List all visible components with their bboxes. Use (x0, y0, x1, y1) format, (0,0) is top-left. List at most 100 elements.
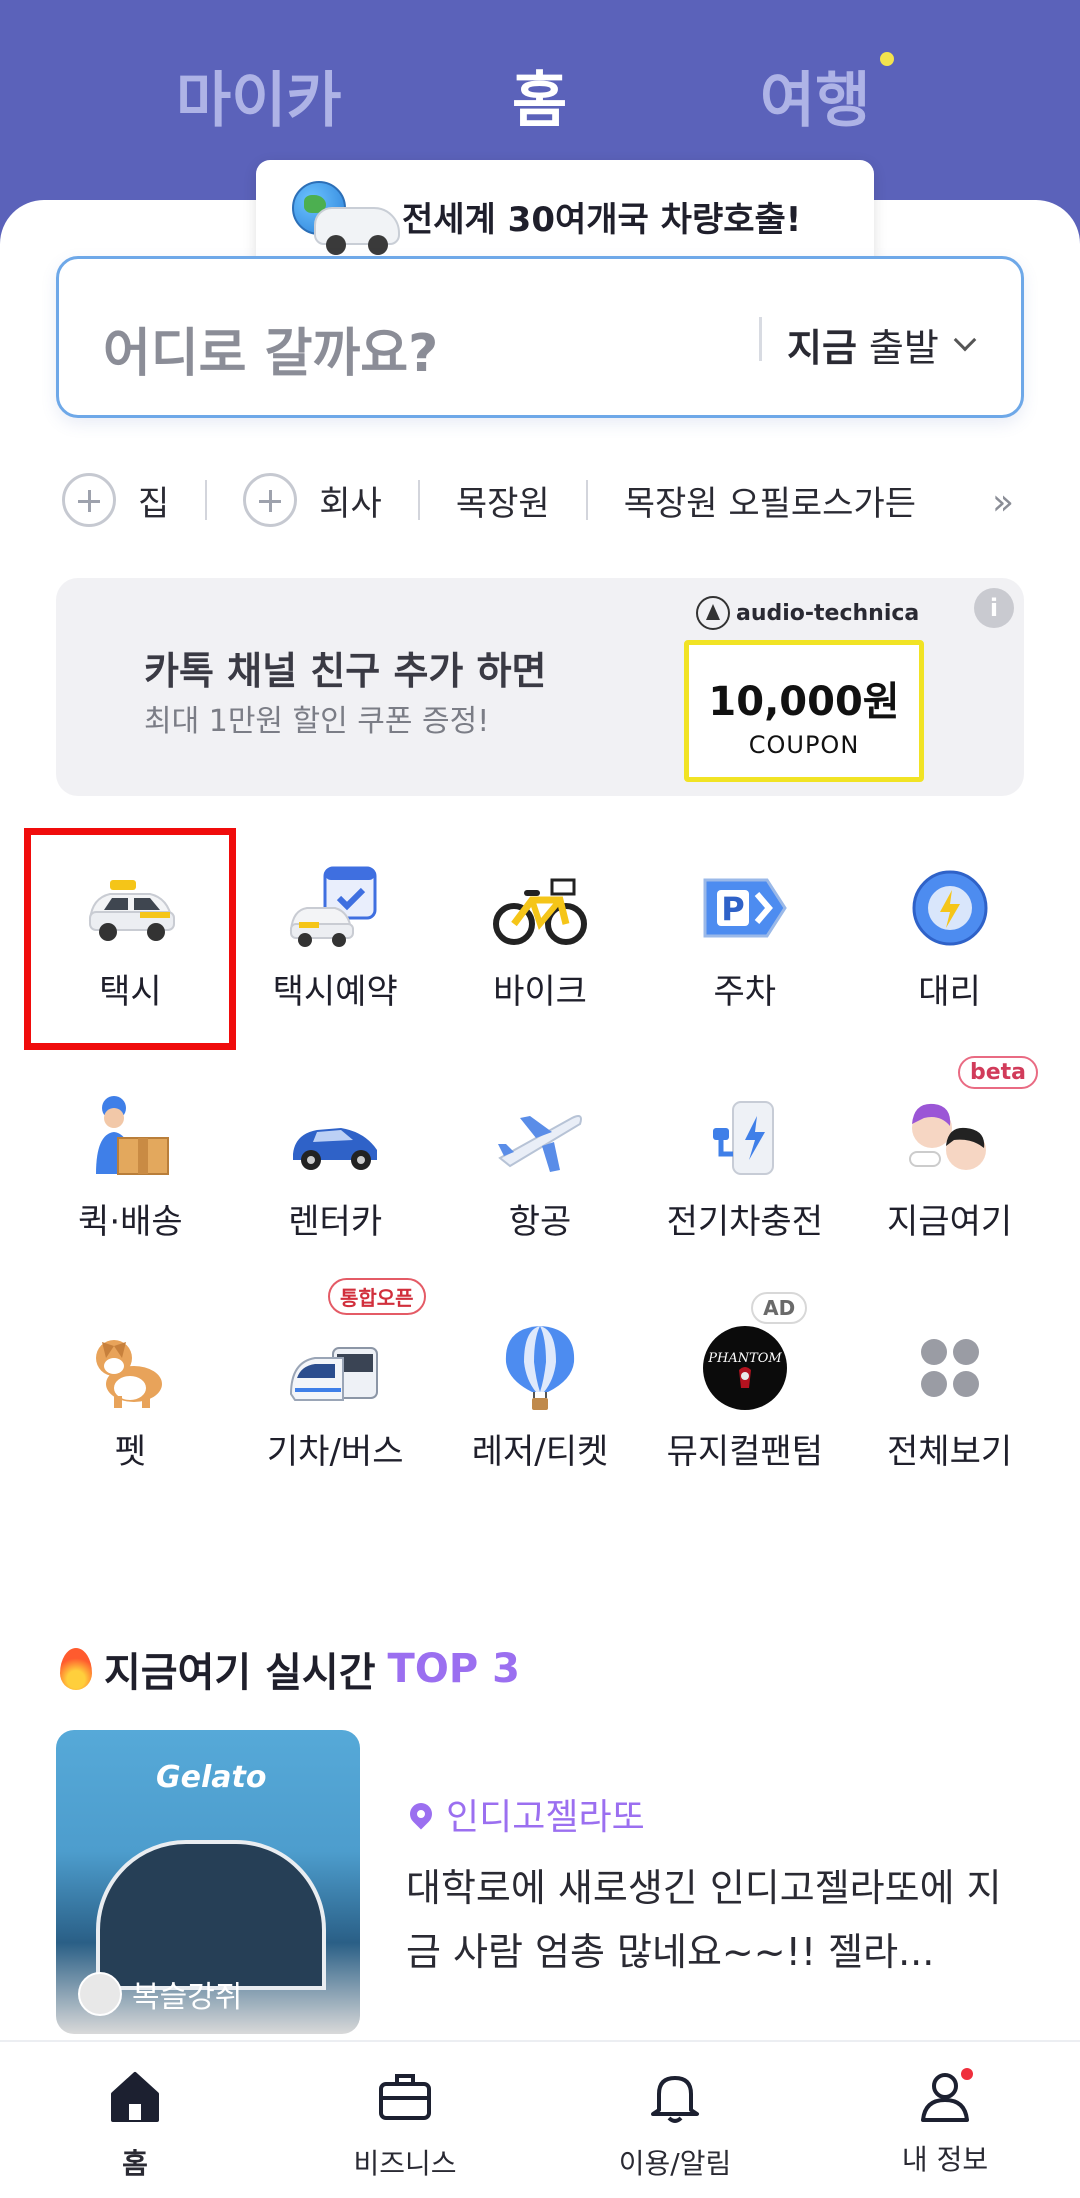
coupon-graphic: 10,000원 COUPON (684, 640, 924, 782)
service-designated-driver[interactable]: 대리 (847, 832, 1052, 1062)
service-leisure-ticket[interactable]: 레저/티켓 (438, 1292, 643, 1522)
divider (205, 480, 208, 520)
brand-logo: audio-technica (696, 596, 919, 630)
location-name: 인디고젤라또 (446, 1797, 645, 1838)
travel-notification-dot (880, 52, 894, 66)
taxi-highlight-box (24, 828, 236, 1050)
nav-activity[interactable]: 이용/알림 (540, 2042, 810, 2198)
tab-travel[interactable]: 여행 (760, 52, 870, 139)
quick-place-label: 목장원 오필로스가든 (623, 483, 917, 524)
nav-label: 이용/알림 (618, 2147, 732, 2180)
service-now-here[interactable]: beta 지금여기 (847, 1056, 1052, 1292)
service-label: 지금여기 (887, 1202, 1013, 1242)
quick-place-work[interactable]: 회사 (243, 473, 382, 527)
integrated-open-badge: 통합오픈 (327, 1278, 426, 1315)
search-divider (759, 317, 762, 361)
location-pin-icon (405, 1798, 437, 1830)
service-musical-phantom[interactable]: PHANTOM AD 뮤지컬팬텀 (642, 1292, 847, 1522)
quick-place-label: 목장원 (455, 483, 550, 524)
coupon-label: COUPON (748, 731, 860, 759)
svg-text:P: P (721, 890, 744, 928)
service-pet[interactable]: 펫 (28, 1292, 233, 1522)
briefcase-icon (379, 2074, 431, 2120)
search-placeholder[interactable]: 어디로 갈까요? (103, 311, 438, 386)
post-location[interactable]: 인디고젤라또 (405, 1788, 645, 1840)
bike-icon (492, 878, 587, 945)
depart-time-text: 출발 (868, 326, 939, 370)
tab-mycar[interactable]: 마이카 (176, 52, 342, 139)
nav-label: 내 정보 (901, 2143, 989, 2176)
post-text[interactable]: 대학로에 새로생긴 인디고젤라또에 지금 사람 엄총 많네요~~!! 젤라... (406, 1856, 1026, 1984)
train-bus-icon (290, 1347, 379, 1401)
service-label: 펫 (114, 1432, 147, 1472)
quick-places: 집 회사 목장원 목장원 오필로스가든 (62, 468, 1022, 532)
now-here-icon (908, 1103, 986, 1170)
post-thumbnail[interactable]: Gelato 복슬강쥐 (56, 1730, 360, 2034)
divider (417, 480, 420, 520)
bell-icon (651, 2076, 699, 2123)
service-label: 바이크 (493, 972, 587, 1012)
nav-my-info[interactable]: 내 정보 (810, 2042, 1080, 2198)
service-airplane[interactable]: 항공 (438, 1062, 643, 1292)
beta-badge: beta (957, 1056, 1038, 1089)
author-name: 복슬강쥐 (132, 1980, 243, 2015)
service-label: 대리 (918, 972, 981, 1012)
service-parking[interactable]: P 주차 (642, 832, 847, 1062)
ad-title: 카톡 채널 친구 추가 하면 (144, 649, 547, 693)
service-label: 주차 (713, 972, 777, 1012)
info-icon[interactable]: i (974, 588, 1014, 628)
notification-dot (961, 2068, 973, 2080)
quick-place-home[interactable]: 집 (62, 473, 169, 527)
airplane-icon (497, 1115, 582, 1172)
service-label: 레저/티켓 (471, 1432, 609, 1472)
avatar (78, 1972, 122, 2016)
service-view-all[interactable]: 전체보기 (847, 1292, 1052, 1522)
nav-business[interactable]: 비즈니스 (270, 2042, 540, 2198)
ev-charging-icon (712, 1101, 774, 1175)
section-title-accent: TOP 3 (387, 1646, 520, 1692)
plus-icon (243, 473, 298, 527)
nav-home[interactable]: 홈 (0, 2042, 270, 2198)
service-label: 전체보기 (887, 1432, 1013, 1472)
service-taxi-reservation[interactable]: 택시예약 (233, 832, 438, 1062)
quick-place-label: 회사 (319, 483, 382, 524)
service-train-bus[interactable]: 통합오픈 기차/버스 (233, 1278, 438, 1522)
rental-car-icon (293, 1128, 378, 1170)
plus-icon (62, 473, 116, 527)
quick-place-label: 집 (138, 483, 170, 524)
bottom-navigation: 홈 비즈니스 이용/알림 내 정보 (0, 2040, 1080, 2198)
designated-driver-icon (912, 870, 988, 946)
service-label: 항공 (508, 1202, 572, 1242)
ad-banner[interactable]: audio-technica i 카톡 채널 친구 추가 하면 최대 1만원 할… (56, 578, 1024, 796)
post-author: 복슬강쥐 (78, 1972, 242, 2016)
ad-badge: AD (751, 1292, 808, 1324)
tab-home[interactable]: 홈 (512, 52, 567, 139)
double-chevron-right-icon[interactable]: » (992, 482, 1014, 523)
service-ev-charging[interactable]: 전기차충전 (642, 1062, 847, 1292)
nav-label: 홈 (122, 2147, 148, 2180)
balloon-icon (505, 1326, 575, 1410)
section-title-text: 지금여기 실시간 (104, 1650, 376, 1696)
quick-place-recent-1[interactable]: 목장원 (456, 476, 550, 525)
nav-label: 비즈니스 (353, 2147, 457, 2180)
service-rental-car[interactable]: 렌터카 (233, 1062, 438, 1292)
service-label: 택시예약 (272, 972, 398, 1012)
fire-icon (60, 1648, 92, 1690)
destination-search[interactable]: 어디로 갈까요? 지금 출발 (56, 256, 1024, 418)
quick-place-recent-2[interactable]: 목장원 오필로스가든 (624, 476, 916, 525)
parking-icon: P (703, 878, 787, 938)
divider (585, 480, 588, 520)
shop-sign: Gelato (156, 1760, 267, 1795)
service-label: 퀵·배송 (78, 1202, 183, 1242)
svg-text:PHANTOM: PHANTOM (707, 1351, 782, 1366)
service-label: 뮤지컬팬텀 (666, 1432, 823, 1472)
section-title: 지금여기 실시간 TOP 3 (60, 1640, 520, 1698)
service-delivery[interactable]: 퀵·배송 (28, 1062, 233, 1292)
audio-technica-logo-icon (696, 596, 730, 630)
depart-time-selector[interactable]: 지금 출발 (787, 317, 977, 372)
shop-window (96, 1840, 326, 1990)
delivery-icon (96, 1096, 170, 1175)
ad-subtitle: 최대 1만원 할인 쿠폰 증정! (144, 704, 490, 739)
service-bike[interactable]: 바이크 (438, 832, 643, 1062)
all-services-icon (920, 1339, 979, 1397)
